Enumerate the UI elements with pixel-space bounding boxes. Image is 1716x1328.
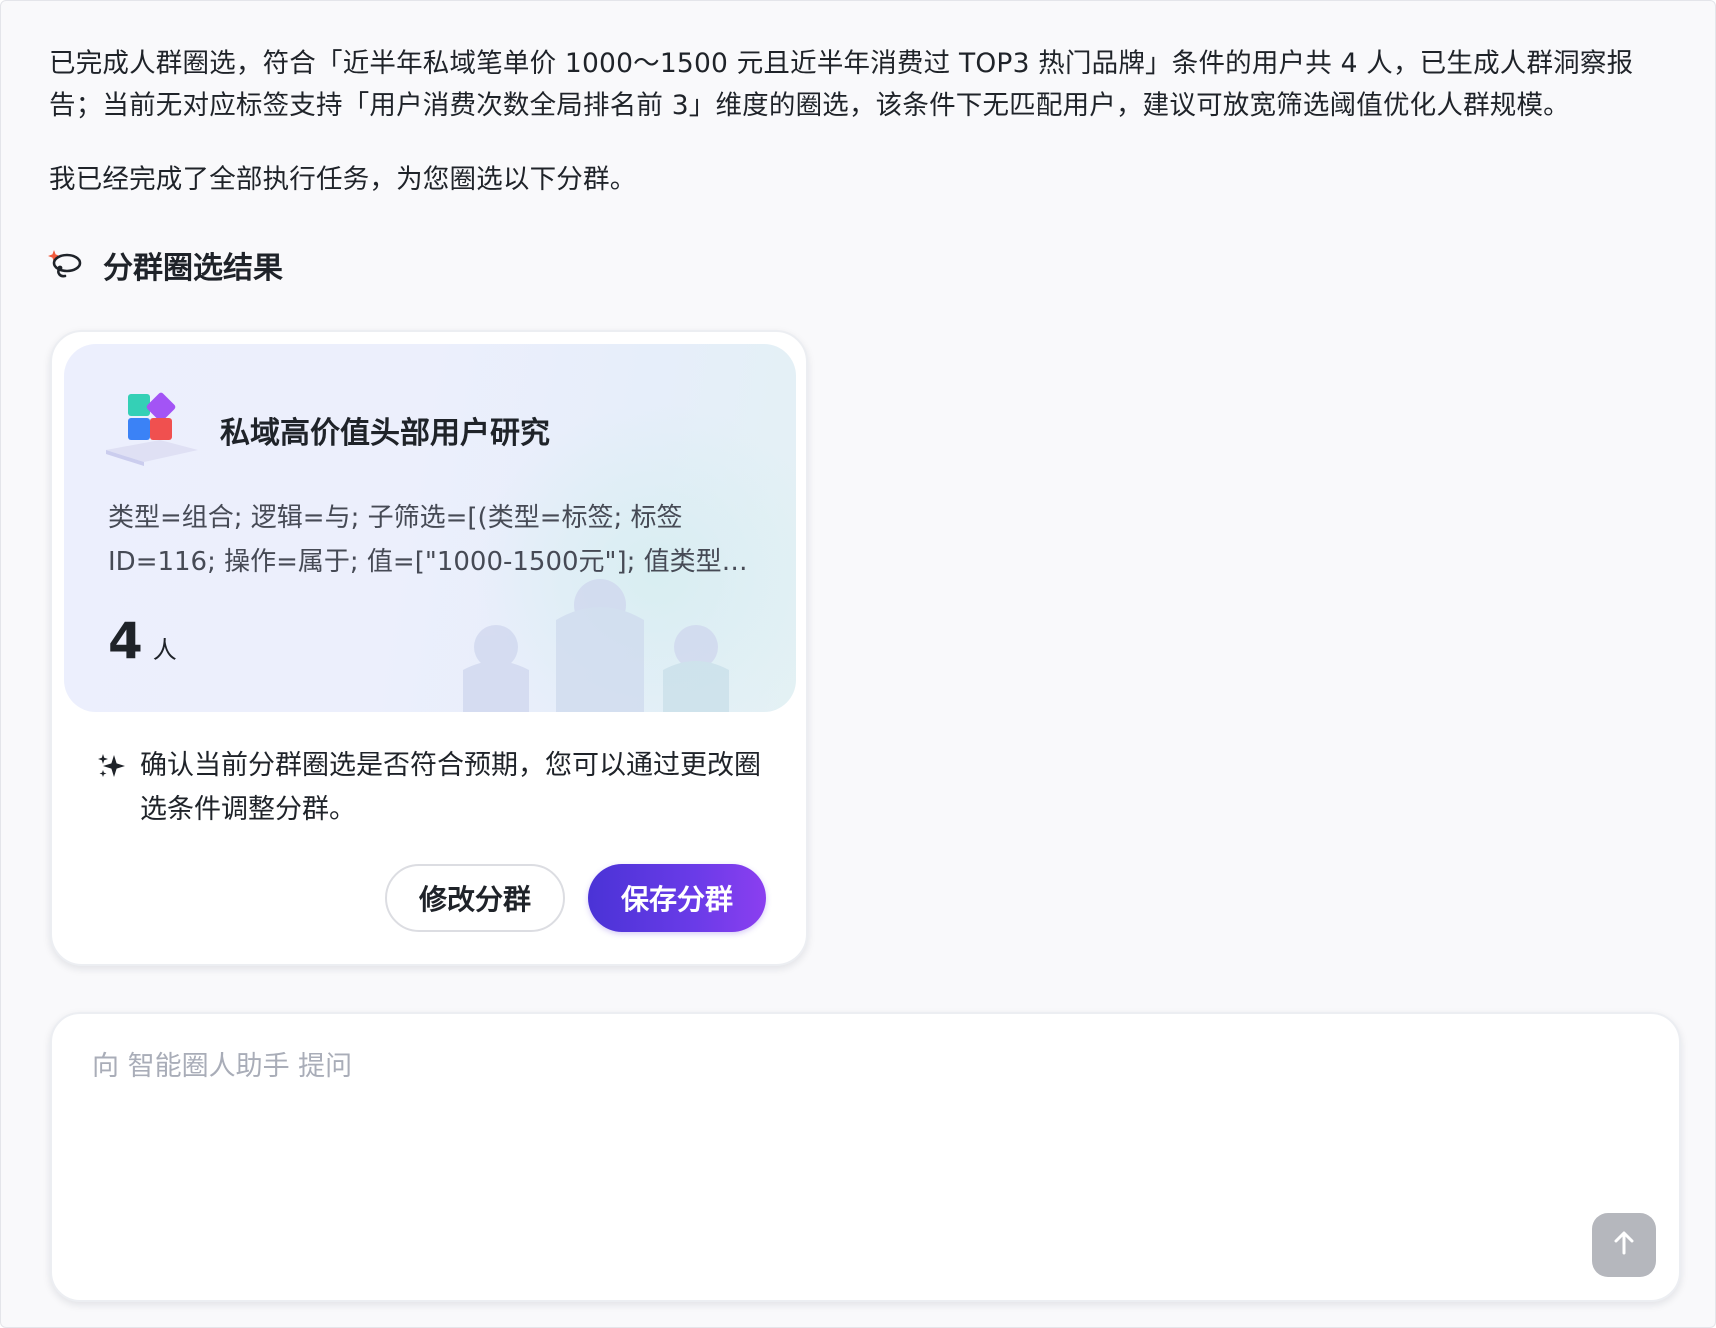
segment-result-card: 私域高价值头部用户研究 类型=组合; 逻辑=与; 子筛选=[(类型=标签; 标签… — [50, 330, 808, 966]
ai-lasso-icon — [47, 246, 83, 284]
assistant-summary-text: 已完成人群圈选，符合「近半年私域笔单价 1000～1500 元且近半年消费过 T… — [49, 48, 1634, 121]
confirm-tip-text: 确认当前分群圈选是否符合预期，您可以通过更改圈选条件调整分群。 — [140, 750, 761, 825]
chat-panel: 已完成人群圈选，符合「近半年私域笔单价 1000～1500 元且近半年消费过 T… — [0, 0, 1716, 1328]
segment-count-value: 4 — [108, 612, 143, 670]
arrow-up-icon — [1609, 1228, 1639, 1262]
assistant-done-text: 我已经完成了全部执行任务，为您圈选以下分群。 — [49, 164, 637, 195]
segment-blocks-icon — [102, 386, 202, 472]
segment-name: 私域高价值头部用户研究 — [220, 416, 550, 451]
confirm-tip: 确认当前分群圈选是否符合预期，您可以通过更改圈选条件调整分群。 — [98, 744, 778, 832]
segment-count-unit: 人 — [152, 636, 177, 664]
segment-condition-text: 类型=组合; 逻辑=与; 子筛选=[(类型=标签; 标签ID=116; 操作=属… — [108, 503, 744, 577]
chat-composer — [50, 1012, 1681, 1302]
segment-summary[interactable]: 私域高价值头部用户研究 类型=组合; 逻辑=与; 子筛选=[(类型=标签; 标签… — [64, 344, 796, 712]
section-header: 分群圈选结果 — [47, 245, 283, 286]
save-segment-button[interactable]: 保存分群 — [588, 864, 766, 932]
modify-segment-button[interactable]: 修改分群 — [385, 864, 565, 932]
send-button[interactable] — [1592, 1213, 1656, 1277]
segment-user-count: 4 人 — [108, 616, 177, 666]
question-input[interactable] — [92, 1044, 1492, 1104]
sparkle-icon — [98, 752, 126, 780]
section-title: 分群圈选结果 — [103, 251, 283, 286]
